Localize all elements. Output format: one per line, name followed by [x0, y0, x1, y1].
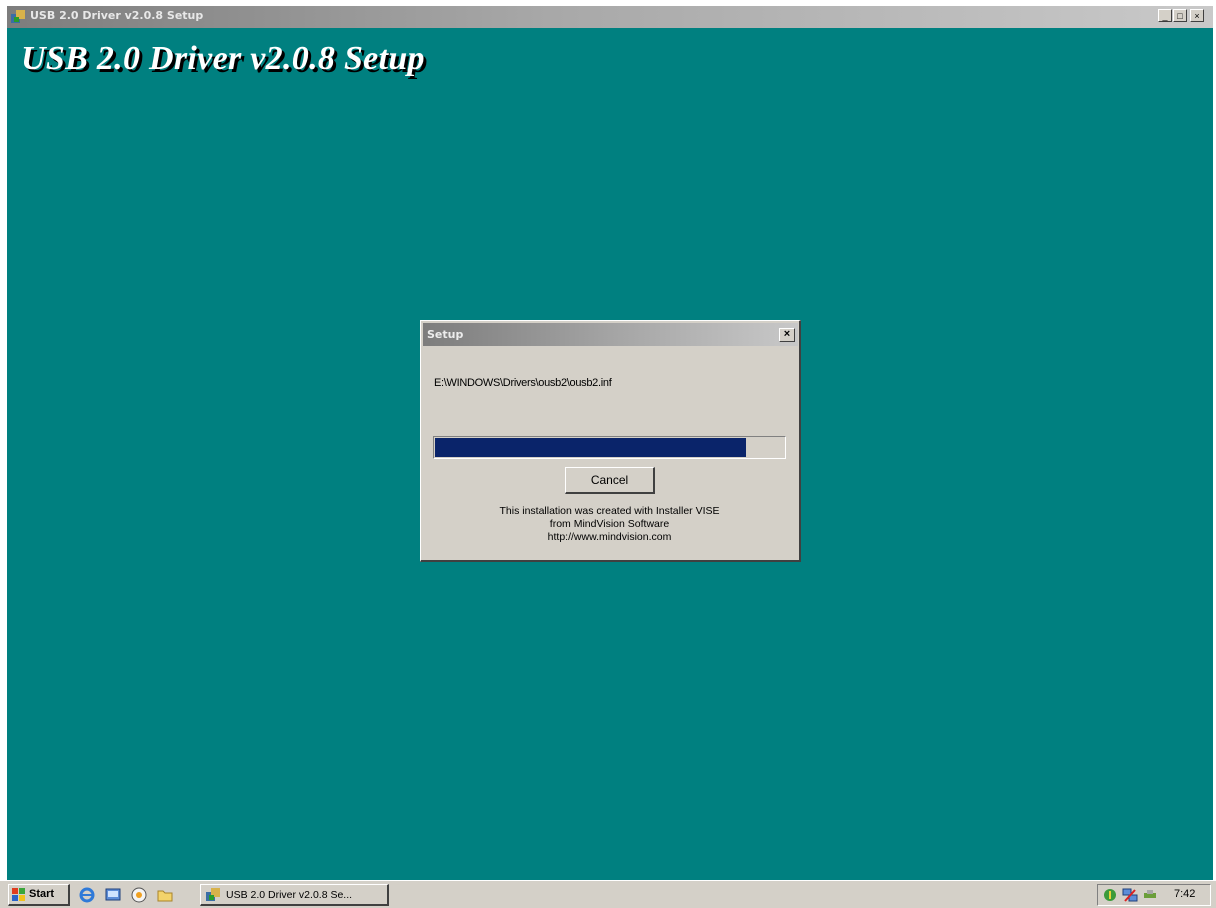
installer-titlebar[interactable]: USB 2.0 Driver v2.0.8 Setup _ □ × — [7, 6, 1213, 28]
start-button[interactable]: Start — [8, 884, 70, 906]
start-label: Start — [29, 888, 55, 900]
taskbar: Start USB 2.0 Driver v2.0.8 Se... 7:42 — [0, 880, 1216, 908]
taskbar-item-installer[interactable]: USB 2.0 Driver v2.0.8 Se... — [200, 884, 389, 906]
network-icon[interactable] — [1122, 887, 1138, 903]
close-button[interactable]: × — [1190, 9, 1204, 22]
quick-launch-bar — [78, 886, 188, 904]
maximize-icon: □ — [1177, 11, 1183, 21]
minimize-button[interactable]: _ — [1158, 9, 1172, 22]
progress-bar — [433, 436, 786, 459]
installer-title: USB 2.0 Driver v2.0.8 Setup — [30, 9, 204, 22]
setup-dialog-titlebar[interactable]: Setup × — [423, 323, 798, 346]
maximize-button[interactable]: □ — [1173, 9, 1187, 22]
credits-line: from MindVision Software — [549, 518, 670, 530]
internet-explorer-icon[interactable] — [78, 886, 96, 904]
installer-credits: This installation was created with Insta… — [421, 505, 798, 544]
setup-dialog: Setup × E:\WINDOWS\Drivers\ousb2\ousb2.i… — [420, 320, 801, 562]
dialog-close-button[interactable]: × — [779, 328, 795, 342]
progress-bar-fill — [435, 438, 746, 457]
cancel-button[interactable]: Cancel — [565, 467, 655, 494]
media-player-icon[interactable] — [130, 886, 148, 904]
taskbar-item-label: USB 2.0 Driver v2.0.8 Se... — [226, 889, 353, 901]
credits-line: http://www.mindvision.com — [547, 531, 672, 543]
credits-line: This installation was created with Insta… — [499, 505, 720, 517]
desktop-left-edge — [0, 0, 7, 880]
folder-icon[interactable] — [156, 886, 174, 904]
minimize-icon: _ — [1162, 11, 1168, 21]
windows-logo-icon — [12, 888, 25, 901]
installer-heading: USB 2.0 Driver v2.0.8 Setup — [21, 40, 425, 77]
desktop-icon[interactable] — [104, 886, 122, 904]
system-clock: 7:42 — [1174, 888, 1196, 900]
installer-app-icon — [206, 888, 220, 901]
installer-app-icon — [11, 10, 25, 23]
setup-dialog-title: Setup — [427, 328, 464, 341]
close-icon: × — [783, 328, 791, 340]
system-tray: 7:42 — [1097, 884, 1211, 906]
usb-icon[interactable] — [1142, 887, 1158, 903]
close-icon: × — [1194, 11, 1200, 21]
security-icon[interactable] — [1102, 887, 1118, 903]
current-file-path: E:\WINDOWS\Drivers\ousb2\ousb2.inf — [434, 377, 612, 389]
